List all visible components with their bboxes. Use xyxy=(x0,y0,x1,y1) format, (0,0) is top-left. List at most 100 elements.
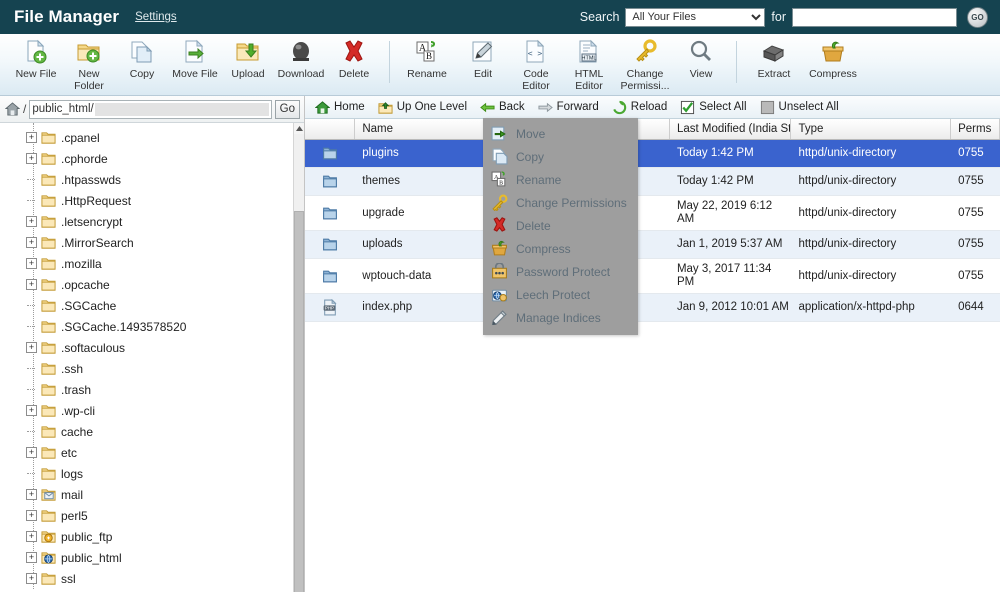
tree-node-label: .softaculous xyxy=(61,340,126,355)
toolbar-new-file[interactable]: New File xyxy=(10,39,62,80)
app-header: File Manager Settings Search All Your Fi… xyxy=(0,0,1000,34)
context-menu-item-compress[interactable]: Compress xyxy=(483,237,638,260)
toolbar-download[interactable]: Download xyxy=(275,39,327,80)
table-row[interactable]: themes Today 1:42 PM httpd/unix-directory 0… xyxy=(305,168,1000,196)
column-header-type[interactable]: Type xyxy=(791,119,952,139)
tree-node--opcache[interactable]: + .opcache xyxy=(24,274,304,295)
context-menu-item-manage-indices[interactable]: Manage Indices xyxy=(483,306,638,329)
search-input[interactable] xyxy=(792,7,957,27)
tree-node-cache[interactable]: cache xyxy=(24,421,304,442)
toolbar-divider xyxy=(389,41,390,83)
table-row[interactable]: wptouch-data May 3, 2017 11:34 PM httpd/un… xyxy=(305,259,1000,294)
tree-node-mail[interactable]: + mail xyxy=(24,484,304,505)
tree-node-ssl[interactable]: + ssl xyxy=(24,568,304,589)
nav-reload[interactable]: Reload xyxy=(610,96,674,118)
toolbar-copy[interactable]: Copy xyxy=(116,39,168,80)
tree-expand-icon[interactable]: + xyxy=(26,258,37,269)
file-perms-cell: 0755 xyxy=(958,147,984,159)
toolbar-upload[interactable]: Upload xyxy=(222,39,274,80)
tree-node-label: perl5 xyxy=(61,508,88,523)
table-row[interactable]: PHPindex.phpesJan 9, 2012 10:01 AMapplic… xyxy=(305,294,1000,322)
tree-expand-icon[interactable]: + xyxy=(26,510,37,521)
toolbar-code-editor[interactable]: < > Code Editor xyxy=(510,39,562,92)
tree-node--sgcache-1493578520[interactable]: .SGCache.1493578520 xyxy=(24,316,304,337)
tree-node--softaculous[interactable]: + .softaculous xyxy=(24,337,304,358)
nav-up-one-level[interactable]: Up One Level xyxy=(376,96,474,118)
tree-node--cphorde[interactable]: + .cphorde xyxy=(24,148,304,169)
tree-node-logs[interactable]: logs xyxy=(24,463,304,484)
tree-expand-icon[interactable]: + xyxy=(26,153,37,164)
table-row[interactable]: uploads Jan 1, 2019 5:37 AM httpd/unix-dir… xyxy=(305,231,1000,259)
table-row[interactable]: plugins4 KBToday 1:42 PMhttpd/unix-direc… xyxy=(305,140,1000,168)
tree-expand-icon[interactable]: + xyxy=(26,342,37,353)
toolbar-delete[interactable]: Delete xyxy=(328,39,380,80)
tree-node-public-html[interactable]: + public_html xyxy=(24,547,304,568)
tree-node--mirrorsearch[interactable]: + .MirrorSearch xyxy=(24,232,304,253)
tree-node-public-ftp[interactable]: + public_ftp xyxy=(24,526,304,547)
home-icon[interactable] xyxy=(5,102,20,116)
tree-expand-icon[interactable]: + xyxy=(26,447,37,458)
download-icon xyxy=(288,39,314,65)
tree-expand-icon[interactable]: + xyxy=(26,489,37,500)
tree-node-label: .cpanel xyxy=(61,130,100,145)
context-menu-item-leech-protect[interactable]: Leech Protect xyxy=(483,283,638,306)
table-row[interactable]: upgrade May 22, 2019 6:12 AM httpd/unix-di… xyxy=(305,196,1000,231)
nav-home[interactable]: Home xyxy=(313,96,372,118)
context-menu-item-password-protect[interactable]: Password Protect xyxy=(483,260,638,283)
context-menu[interactable]: Move Copy A B Rename Change Permissions Delete… xyxy=(483,118,638,335)
tree-expand-icon[interactable]: + xyxy=(26,279,37,290)
tree-leaf-connector xyxy=(26,363,37,374)
tree-node--sgcache[interactable]: .SGCache xyxy=(24,295,304,316)
toolbar-html-editor[interactable]: HTML HTML Editor xyxy=(563,39,615,92)
search-go-button[interactable]: GO xyxy=(967,6,988,28)
toolbar-rename[interactable]: A B Rename xyxy=(398,39,456,80)
nav-back[interactable]: Back xyxy=(478,96,532,118)
path-input[interactable]: public_html/ xyxy=(29,99,272,119)
tree-node--httprequest[interactable]: .HttpRequest xyxy=(24,190,304,211)
toolbar-new-folder[interactable]: New Folder xyxy=(63,39,115,92)
nav-forward[interactable]: Forward xyxy=(536,96,606,118)
toolbar-view[interactable]: View xyxy=(675,39,727,80)
tree-expand-icon[interactable]: + xyxy=(26,216,37,227)
tree-node--mozilla[interactable]: + .mozilla xyxy=(24,253,304,274)
tree-expand-icon[interactable]: + xyxy=(26,132,37,143)
tree-node--letsencrypt[interactable]: + .letsencrypt xyxy=(24,211,304,232)
context-menu-item-delete[interactable]: Delete xyxy=(483,214,638,237)
tree-expand-icon[interactable]: + xyxy=(26,531,37,542)
context-menu-item-change-permissions[interactable]: Change Permissions xyxy=(483,191,638,214)
tree-scrollbar[interactable] xyxy=(293,123,304,592)
folder-icon xyxy=(40,403,57,418)
nav-select-all[interactable]: Select All xyxy=(678,96,753,118)
tree-node--wp-cli[interactable]: + .wp-cli xyxy=(24,400,304,421)
tree-expand-icon[interactable]: + xyxy=(26,573,37,584)
toolbar-edit[interactable]: Edit xyxy=(457,39,509,80)
toolbar-change-permissions[interactable]: Change Permissi... xyxy=(616,39,674,92)
tree-node-perl5[interactable]: + perl5 xyxy=(24,505,304,526)
scrollbar-thumb[interactable] xyxy=(294,211,304,592)
scroll-up-arrow[interactable] xyxy=(294,123,304,134)
tree-node-etc[interactable]: + etc xyxy=(24,442,304,463)
tree-expand-icon[interactable]: + xyxy=(26,552,37,563)
toolbar-compress[interactable]: Compress xyxy=(804,39,862,80)
tree-node--htpasswds[interactable]: .htpasswds xyxy=(24,169,304,190)
settings-link[interactable]: Settings xyxy=(135,11,177,23)
toolbar-move-file[interactable]: Move File xyxy=(169,39,221,80)
file-modified-cell: Jan 9, 2012 10:01 AM xyxy=(676,301,789,313)
nav-unselect-all[interactable]: Unselect All xyxy=(758,96,846,118)
column-header-last-modified[interactable]: Last Modified (India Star xyxy=(670,119,792,139)
context-menu-item-rename[interactable]: A B Rename xyxy=(483,168,638,191)
context-menu-label: Move xyxy=(516,126,546,141)
toolbar-extract[interactable]: Extract xyxy=(745,39,803,80)
context-menu-item-move[interactable]: Move xyxy=(483,122,638,145)
tree-node--trash[interactable]: .trash xyxy=(24,379,304,400)
context-menu-item-copy[interactable]: Copy xyxy=(483,145,638,168)
tree-expand-icon[interactable]: + xyxy=(26,405,37,416)
tree-expand-icon[interactable]: + xyxy=(26,237,37,248)
tree-node--cpanel[interactable]: + .cpanel xyxy=(24,127,304,148)
toolbar-label: Upload xyxy=(231,68,265,80)
compress-icon xyxy=(491,240,508,257)
tree-node--ssh[interactable]: .ssh xyxy=(24,358,304,379)
search-scope-select[interactable]: All Your Files xyxy=(625,7,766,27)
column-header-perms[interactable]: Perms xyxy=(951,119,1000,139)
path-go-button[interactable]: Go xyxy=(274,99,300,119)
